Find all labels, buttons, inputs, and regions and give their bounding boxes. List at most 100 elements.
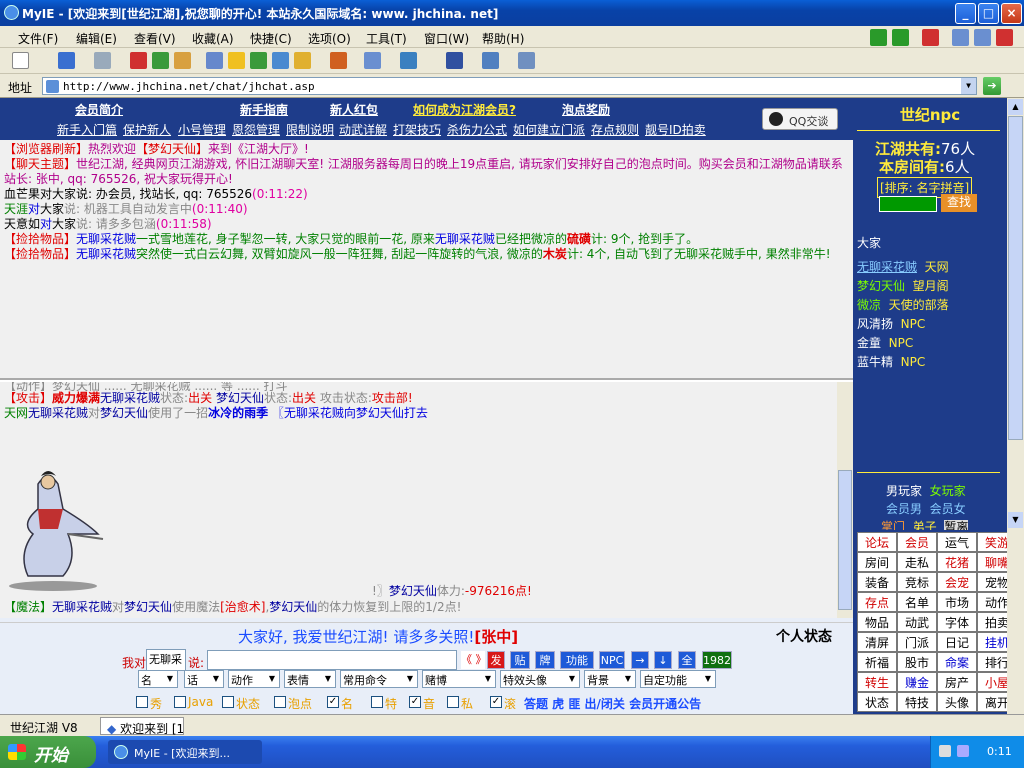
function-grid-item[interactable]: 清屏 bbox=[857, 632, 897, 652]
menu-edit[interactable]: 编辑(E) bbox=[76, 30, 117, 47]
stop-icon[interactable] bbox=[922, 29, 939, 46]
home-icon[interactable] bbox=[174, 52, 191, 69]
function-grid-item[interactable]: 物品 bbox=[857, 612, 897, 632]
nav-tips[interactable]: 打架技巧 bbox=[393, 121, 441, 138]
find-button[interactable]: 查找 bbox=[941, 194, 977, 212]
function-grid-item[interactable]: 装备 bbox=[857, 572, 897, 592]
menu-tools[interactable]: 工具(T) bbox=[366, 30, 407, 47]
user-list-item[interactable]: 梦幻天仙 望月阁 bbox=[857, 277, 949, 294]
nav-sect[interactable]: 如何建立门派 bbox=[513, 121, 585, 138]
tab-current[interactable]: ◆ 欢迎来到 [1 bbox=[100, 717, 184, 736]
undo-icon[interactable] bbox=[446, 52, 463, 69]
nav-newbie-redpack[interactable]: 新人红包 bbox=[330, 101, 378, 118]
settings-gear-icon[interactable] bbox=[518, 52, 535, 69]
function-grid-item[interactable]: 运气 bbox=[937, 532, 977, 552]
battle-scrollbar[interactable] bbox=[837, 382, 853, 618]
nav-deposit[interactable]: 存点规则 bbox=[591, 121, 639, 138]
back-arrow-icon[interactable] bbox=[58, 52, 75, 69]
talk-select[interactable]: 话 ▼ bbox=[184, 670, 224, 688]
function-button[interactable]: 功能 bbox=[560, 651, 594, 669]
volume-icon[interactable] bbox=[939, 745, 951, 757]
nav-how-member[interactable]: 如何成为江湖会员? bbox=[413, 101, 516, 118]
mdi-minimize-icon[interactable] bbox=[952, 29, 969, 46]
history-icon[interactable] bbox=[250, 52, 267, 69]
nav-protect[interactable]: 保护新人 bbox=[123, 121, 171, 138]
function-grid-item[interactable]: 特技 bbox=[897, 692, 937, 712]
message-input[interactable] bbox=[207, 650, 457, 670]
option-checkbox[interactable] bbox=[136, 696, 148, 708]
card-button[interactable]: 牌 bbox=[535, 651, 555, 669]
function-grid-item[interactable]: 状态 bbox=[857, 692, 897, 712]
search-icon[interactable] bbox=[206, 52, 223, 69]
option-checkbox[interactable] bbox=[222, 696, 234, 708]
qq-chat-button[interactable]: QQ交谈 bbox=[762, 108, 838, 130]
function-grid-item[interactable]: 会宠 bbox=[937, 572, 977, 592]
proxy-icon[interactable] bbox=[400, 52, 417, 69]
function-grid-item[interactable]: 头像 bbox=[937, 692, 977, 712]
minimize-button[interactable]: _ bbox=[955, 3, 976, 24]
menu-favorites[interactable]: 收藏(A) bbox=[192, 30, 234, 47]
function-grid-item[interactable]: 房产 bbox=[937, 672, 977, 692]
arrow-down-button[interactable]: ↓ bbox=[654, 651, 672, 669]
mdi-restore-icon[interactable] bbox=[974, 29, 991, 46]
menu-file[interactable]: 文件(F) bbox=[18, 30, 58, 47]
mdi-close-icon[interactable] bbox=[996, 29, 1013, 46]
function-grid-item[interactable]: 门派 bbox=[897, 632, 937, 652]
option-checkbox[interactable]: ✓ bbox=[327, 696, 339, 708]
post-button[interactable]: 贴 bbox=[510, 651, 530, 669]
start-button[interactable]: 开始 bbox=[0, 736, 96, 768]
nav-alt[interactable]: 小号管理 bbox=[178, 121, 226, 138]
scrollbar-thumb[interactable] bbox=[838, 470, 852, 610]
function-grid-item[interactable]: 竞标 bbox=[897, 572, 937, 592]
option-checkbox[interactable] bbox=[274, 696, 286, 708]
extra-links[interactable]: 答题 虎 匪 出/闭关 会员开通公告 bbox=[524, 695, 701, 712]
search-user-input[interactable] bbox=[879, 196, 937, 212]
avatar-select[interactable]: 特效头像 ▼ bbox=[500, 670, 580, 688]
option-checkbox[interactable]: ✓ bbox=[490, 696, 502, 708]
scrollbar-thumb[interactable] bbox=[1008, 116, 1023, 440]
everyone-link[interactable]: 大家 bbox=[857, 234, 881, 251]
function-grid-item[interactable]: 字体 bbox=[937, 612, 977, 632]
media-icon[interactable] bbox=[272, 52, 289, 69]
network-icon[interactable] bbox=[957, 745, 969, 757]
arrow-right-button[interactable]: → bbox=[631, 651, 649, 669]
taskbar-myie-button[interactable]: MyIE - [欢迎来到... bbox=[108, 740, 262, 764]
function-grid-item[interactable]: 赚金 bbox=[897, 672, 937, 692]
menu-help[interactable]: 帮助(H) bbox=[482, 30, 524, 47]
user-list-item[interactable]: 金童 NPC bbox=[857, 334, 913, 351]
menu-shortcuts[interactable]: 快捷(C) bbox=[250, 30, 292, 47]
nav-forward-icon[interactable] bbox=[892, 29, 909, 46]
send-button[interactable]: 发 bbox=[487, 651, 505, 669]
menu-view[interactable]: 查看(V) bbox=[134, 30, 176, 47]
emote-quote-button[interactable]: 《 》 bbox=[461, 651, 487, 669]
nav-formula[interactable]: 杀伤力公式 bbox=[447, 121, 507, 138]
option-checkbox[interactable]: ✓ bbox=[409, 696, 421, 708]
tab-group[interactable]: 世纪江湖 V8 bbox=[4, 717, 90, 735]
address-dropdown-icon[interactable]: ▼ bbox=[961, 78, 976, 94]
action-select[interactable]: 动作 ▼ bbox=[228, 670, 280, 688]
function-grid-item[interactable]: 论坛 bbox=[857, 532, 897, 552]
function-grid-item[interactable]: 转生 bbox=[857, 672, 897, 692]
stop-icon[interactable] bbox=[130, 52, 147, 69]
nav-auction[interactable]: 靓号ID拍卖 bbox=[645, 121, 706, 138]
nav-member-intro[interactable]: 会员简介 bbox=[75, 101, 123, 118]
refresh-icon[interactable] bbox=[152, 52, 169, 69]
user-list-item[interactable]: 蓝牛精 NPC bbox=[857, 353, 925, 370]
forward-arrow-icon[interactable] bbox=[94, 52, 111, 69]
name-select[interactable]: 名 ▼ bbox=[138, 670, 178, 688]
go-button[interactable]: ➔ bbox=[983, 77, 1001, 95]
command-select[interactable]: 常用命令 ▼ bbox=[340, 670, 418, 688]
popup-block-icon[interactable] bbox=[330, 52, 347, 69]
gamble-select[interactable]: 赌博 ▼ bbox=[422, 670, 496, 688]
function-grid-item[interactable]: 股市 bbox=[897, 652, 937, 672]
personal-status-link[interactable]: 个人状态 bbox=[776, 626, 832, 646]
nav-intro[interactable]: 新手入门篇 bbox=[57, 121, 117, 138]
maximize-button[interactable]: □ bbox=[978, 3, 999, 24]
nav-newbie-guide[interactable]: 新手指南 bbox=[240, 101, 288, 118]
scroll-down-icon[interactable]: ▼ bbox=[1008, 512, 1023, 528]
function-grid-item[interactable]: 日记 bbox=[937, 632, 977, 652]
page-scrollbar[interactable]: ▲ ▼ bbox=[1007, 98, 1024, 714]
user-list-item[interactable]: 无聊采花贼 天网 bbox=[857, 258, 949, 275]
recipient-field[interactable]: 无聊采 bbox=[146, 649, 186, 671]
nav-fight[interactable]: 动武详解 bbox=[339, 121, 387, 138]
